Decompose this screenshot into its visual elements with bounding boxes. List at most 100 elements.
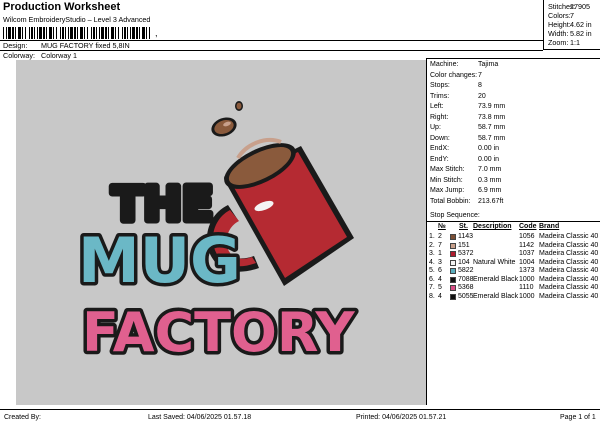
col-brand: Brand [539, 223, 560, 230]
machine-info-row: Right: 73.8 mm [430, 114, 505, 121]
worksheet-header: Production Worksheet Wilcom EmbroiderySt… [0, 0, 600, 60]
cell-brand: Classic 40 [566, 233, 599, 240]
cell-st: 5368 [458, 284, 474, 291]
design-value: MUG FACTORY fixed 5,8IN [41, 41, 130, 50]
info-value: 7 [478, 71, 482, 79]
cell-number: 4 [438, 292, 442, 300]
cell-number: 1 [438, 250, 442, 257]
cell-code: Madeira [539, 250, 565, 257]
cell-number: 6 [438, 267, 442, 274]
stop-sequence-row: 8. 4 5055 Emerald Black 1000 Madeira Classic 4… [427, 293, 600, 303]
color-swatch [450, 242, 456, 249]
created-by: Created By: [4, 414, 41, 421]
cell-stop: 3. [429, 250, 435, 257]
colorway-value: Colorway 1 [41, 51, 77, 60]
cell-code: Madeira [539, 267, 565, 274]
info-value: 0.00 in [478, 145, 500, 152]
cell-brand: Classic 40 [566, 241, 599, 249]
cell-stop: 5. [429, 267, 435, 274]
info-label: Max Stitch: [430, 166, 465, 173]
cell-description: Emerald Black [473, 292, 519, 300]
cell-stitches: 1373 [519, 267, 535, 274]
stat-zoom: Zoom: 1:1 [548, 38, 580, 47]
cell-st: 1143 [458, 233, 474, 240]
info-value: 73.9 mm [478, 103, 506, 110]
cell-brand: Classic 40 [566, 250, 599, 257]
stat-height: Height: 4.62 in [548, 20, 592, 29]
cell-code: Madeira [539, 275, 565, 283]
info-label: Trims: [430, 92, 450, 100]
info-value: 6.9 mm [478, 187, 502, 194]
cell-number: 7 [438, 241, 442, 249]
machine-info-panel: Machine: Tajima Color changes:7 Stops: 8 Trim… [426, 58, 600, 405]
divider [427, 221, 600, 222]
cell-st: 151 [458, 241, 470, 249]
info-label: Total Bobbin: [430, 197, 471, 205]
info-value: 213.67ft [478, 197, 504, 205]
info-label: EndY: [430, 155, 449, 163]
machine-info-row: Min Stitch: 0.3 mm [430, 177, 501, 184]
embroidery-artwork: THE THE MUG MUG FACTORY FACTORY [16, 60, 426, 405]
colorway-label: Colorway: [3, 51, 35, 60]
color-swatch [450, 259, 456, 266]
cell-stitches: 1004 [519, 258, 535, 266]
color-swatch [450, 251, 456, 257]
svg-text:FACTORY: FACTORY [82, 301, 355, 364]
col-description: Description [473, 223, 512, 230]
footer: Created By: Last Saved: 04/06/2025 01.57… [0, 409, 600, 424]
info-value: 58.7 mm [478, 134, 506, 142]
design-row: Design: MUG FACTORY fixed 5,8IN [3, 41, 130, 50]
cell-code: Madeira [539, 292, 565, 300]
printed-date: Printed: 04/06/2025 01.57.21 [356, 414, 447, 421]
cell-stop: 6. [429, 275, 435, 283]
cell-stop: 8. [429, 292, 435, 300]
cell-stitches: 1000 [519, 292, 535, 300]
cell-number: 3 [438, 258, 442, 266]
cell-stop: 4. [429, 258, 435, 266]
machine-info-row: Max Jump: 6.9 mm [430, 187, 501, 194]
cell-stitches: 1000 [519, 275, 535, 283]
stat-stitches: Stitches: 27905 [548, 2, 590, 11]
cell-st: 7088 [458, 275, 474, 283]
cell-stitches: 1110 [519, 284, 534, 291]
cell-number: 2 [438, 233, 442, 240]
cell-brand: Classic 40 [566, 292, 599, 300]
info-label: Down: [430, 134, 450, 142]
divider [0, 50, 543, 51]
cell-stitches: 1056 [519, 233, 535, 240]
cell-number: 4 [438, 275, 442, 283]
page-title: Production Worksheet [3, 1, 121, 13]
cell-code: Madeira [539, 233, 565, 240]
last-saved: Last Saved: 04/06/2025 01.57.18 [148, 414, 252, 421]
cell-description: Emerald Black [473, 275, 519, 283]
machine-info-row: Stops: 8 [430, 82, 482, 89]
col-st: St. [459, 223, 468, 230]
info-label: Right: [430, 113, 449, 121]
svg-text:MUG: MUG [78, 224, 241, 297]
machine-info-row: EndY: 0.00 in [430, 156, 499, 163]
machine-info-row: Down: 58.7 mm [430, 135, 505, 142]
info-value: 58.7 mm [478, 124, 506, 131]
cell-number: 5 [438, 284, 442, 291]
cell-stop: 7. [429, 284, 435, 291]
cell-stop: 2. [429, 241, 435, 249]
color-swatch [450, 268, 456, 274]
machine-info-row: Machine: Tajima [430, 61, 498, 68]
design-preview: THE THE MUG MUG FACTORY FACTORY [16, 60, 426, 405]
colorway-row: Colorway: Colorway 1 [3, 51, 77, 60]
color-swatch [450, 234, 456, 240]
info-value: 73.8 mm [478, 113, 506, 121]
info-label: Machine: [430, 61, 459, 68]
info-value: 20 [478, 92, 486, 100]
color-swatch [450, 285, 456, 291]
cell-st: 104 [458, 258, 470, 266]
barcode-suffix: , [155, 28, 158, 38]
cell-code: Madeira [539, 284, 565, 291]
cell-stop: 1. [429, 233, 435, 240]
info-value: Tajima [478, 61, 499, 68]
stop-sequence-title: Stop Sequence: [430, 212, 480, 219]
barcode [3, 27, 150, 39]
cell-st: 5372 [458, 250, 474, 257]
svg-text:THE: THE [112, 177, 213, 231]
cell-brand: Classic 40 [566, 275, 599, 283]
